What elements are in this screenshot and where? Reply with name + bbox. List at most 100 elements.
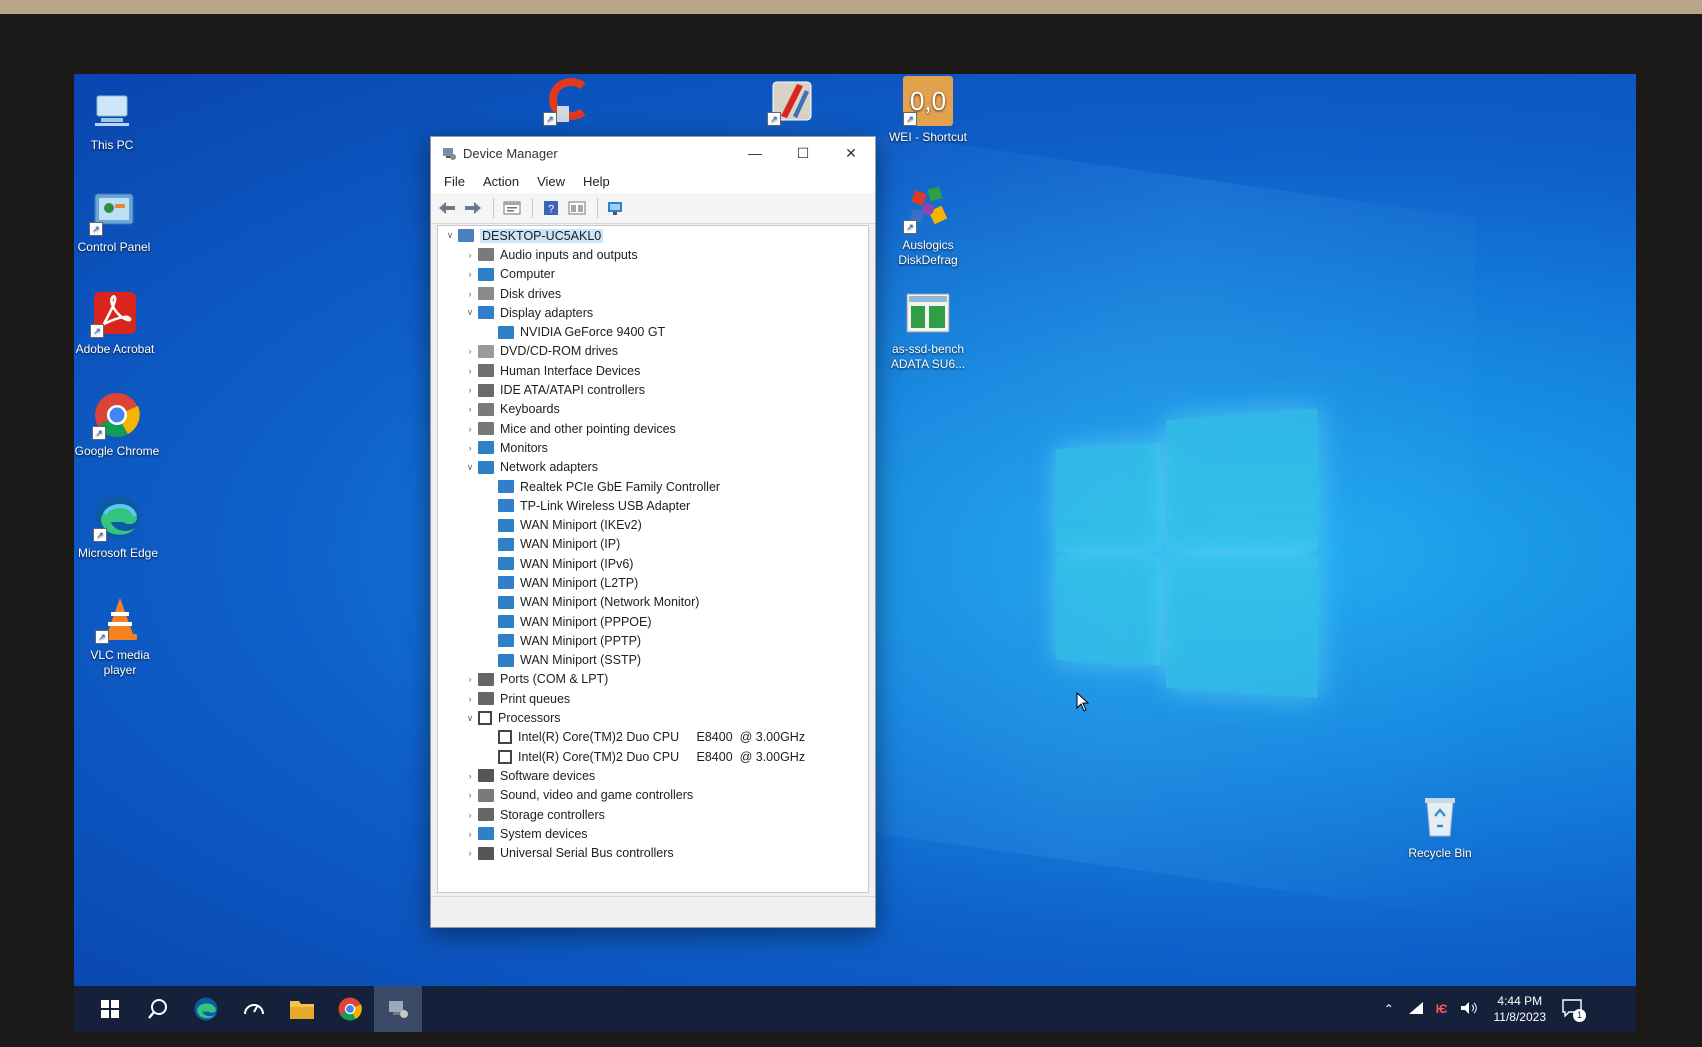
tree-item-label: Realtek PCIe GbE Family Controller <box>520 479 721 494</box>
tree-item[interactable]: › Universal Serial Bus controllers <box>438 844 868 863</box>
tree-item[interactable]: › Storage controllers <box>438 805 868 824</box>
taskbar: ⌃ Ѥ 4:44 PM 11/8/2023 1 <box>74 986 1636 1032</box>
desktop-icon-auslogics[interactable]: ↗ Auslogics DiskDefrag <box>882 184 974 268</box>
tree-item[interactable]: › Human Interface Devices <box>438 361 868 380</box>
tree-item[interactable]: ∨ Network adapters <box>438 458 868 477</box>
taskbar-chrome[interactable] <box>326 986 374 1032</box>
properties-icon[interactable] <box>500 196 524 220</box>
desktop-icon-as-ssd-bench[interactable]: as-ssd-bench ADATA SU6... <box>882 288 974 372</box>
antivirus-icon[interactable]: Ѥ <box>1436 1002 1448 1016</box>
help-icon[interactable]: ? <box>539 196 563 220</box>
chevron-down-icon[interactable]: ∨ <box>462 713 478 724</box>
tree-item[interactable]: › Software devices <box>438 766 868 785</box>
tree-item[interactable]: ∨ Processors <box>438 708 868 727</box>
chevron-down-icon[interactable]: ∨ <box>442 230 458 241</box>
tree-item[interactable]: › Audio inputs and outputs <box>438 245 868 264</box>
chevron-right-icon[interactable]: › <box>462 810 478 820</box>
menu-help[interactable]: Help <box>574 174 619 189</box>
tree-item-label: Display adapters <box>500 305 594 320</box>
system-icon <box>478 827 494 841</box>
tree-item[interactable]: NVIDIA GeForce 9400 GT <box>438 322 868 341</box>
desktop-icon-google-chrome[interactable]: ↗ Google Chrome <box>74 390 163 459</box>
clock[interactable]: 4:44 PM 11/8/2023 <box>1494 993 1547 1025</box>
tree-item[interactable]: › Print queues <box>438 689 868 708</box>
tree-item[interactable]: › System devices <box>438 824 868 843</box>
network-icon[interactable] <box>1408 1001 1424 1018</box>
search-button[interactable] <box>134 986 182 1032</box>
view-list-icon[interactable] <box>565 196 589 220</box>
forward-arrow-icon[interactable] <box>461 196 485 220</box>
taskbar-speedometer[interactable] <box>230 986 278 1032</box>
menu-view[interactable]: View <box>528 174 574 189</box>
tree-item[interactable]: Intel(R) Core(TM)2 Duo CPU E8400 @ 3.00G… <box>438 747 868 766</box>
chevron-right-icon[interactable]: › <box>462 674 478 684</box>
tree-item[interactable]: › Ports (COM & LPT) <box>438 670 868 689</box>
chevron-right-icon[interactable]: › <box>462 848 478 858</box>
scan-hardware-icon[interactable] <box>604 196 628 220</box>
minimize-button[interactable]: — <box>731 137 779 169</box>
tree-item[interactable]: TP-Link Wireless USB Adapter <box>438 496 868 515</box>
tree-item[interactable]: WAN Miniport (IPv6) <box>438 554 868 573</box>
tree-item[interactable]: WAN Miniport (PPPOE) <box>438 612 868 631</box>
tree-item[interactable]: › Mice and other pointing devices <box>438 419 868 438</box>
tree-item[interactable]: WAN Miniport (SSTP) <box>438 651 868 670</box>
notification-center-icon[interactable]: 1 <box>1562 998 1586 1022</box>
tree-item[interactable]: › Keyboards <box>438 400 868 419</box>
chevron-down-icon[interactable]: ∨ <box>462 307 478 318</box>
chevron-right-icon[interactable]: › <box>462 424 478 434</box>
taskbar-file-explorer[interactable] <box>278 986 326 1032</box>
chevron-right-icon[interactable]: › <box>462 404 478 414</box>
tree-item[interactable]: › Disk drives <box>438 284 868 303</box>
tree-item[interactable]: › DVD/CD-ROM drives <box>438 342 868 361</box>
desktop-icon-vlc[interactable]: ↗ VLC media player <box>74 594 166 678</box>
desktop-icon-this-pc[interactable]: This PC <box>74 84 158 153</box>
taskbar-device-manager[interactable] <box>374 986 422 1032</box>
computer-icon <box>458 229 474 243</box>
tree-item[interactable]: › IDE ATA/ATAPI controllers <box>438 380 868 399</box>
chevron-right-icon[interactable]: › <box>462 269 478 279</box>
taskbar-edge[interactable] <box>182 986 230 1032</box>
title-bar[interactable]: Device Manager — ☐ ✕ <box>431 137 875 169</box>
tree-item[interactable]: WAN Miniport (IKEv2) <box>438 515 868 534</box>
tree-item[interactable]: ∨ DESKTOP-UC5AKL0 <box>438 226 868 245</box>
chevron-right-icon[interactable]: › <box>462 771 478 781</box>
tree-item[interactable]: WAN Miniport (Network Monitor) <box>438 593 868 612</box>
chevron-right-icon[interactable]: › <box>462 346 478 356</box>
desktop-icon-label: Recycle Bin <box>1408 846 1472 860</box>
chevron-right-icon[interactable]: › <box>462 694 478 704</box>
tree-item[interactable]: › Sound, video and game controllers <box>438 786 868 805</box>
tree-item[interactable]: WAN Miniport (L2TP) <box>438 573 868 592</box>
chevron-right-icon[interactable]: › <box>462 289 478 299</box>
chevron-up-icon[interactable]: ⌃ <box>1384 1002 1394 1016</box>
desktop-icon-wei[interactable]: 0,0 ↗ WEI - Shortcut <box>882 76 974 145</box>
menu-file[interactable]: File <box>435 174 474 189</box>
tree-item[interactable]: Realtek PCIe GbE Family Controller <box>438 477 868 496</box>
volume-icon[interactable] <box>1460 1001 1478 1018</box>
device-manager-icon <box>441 145 457 161</box>
tree-item[interactable]: › Computer <box>438 265 868 284</box>
menu-action[interactable]: Action <box>474 174 528 189</box>
chevron-right-icon[interactable]: › <box>462 385 478 395</box>
back-arrow-icon[interactable] <box>435 196 459 220</box>
tree-item[interactable]: › Monitors <box>438 438 868 457</box>
device-tree[interactable]: ∨ DESKTOP-UC5AKL0 › Audio inputs and output… <box>437 225 869 893</box>
chevron-right-icon[interactable]: › <box>462 250 478 260</box>
desktop-icon-adobe-acrobat[interactable]: ↗ Adobe Acrobat <box>74 288 161 357</box>
close-button[interactable]: ✕ <box>827 137 875 169</box>
desktop-icon-ccleaner[interactable]: ↗ <box>522 76 614 130</box>
chevron-right-icon[interactable]: › <box>462 443 478 453</box>
tree-item[interactable]: WAN Miniport (IP) <box>438 535 868 554</box>
desktop-icon-microsoft-edge[interactable]: ↗ Microsoft Edge <box>74 492 164 561</box>
tree-item[interactable]: Intel(R) Core(TM)2 Duo CPU E8400 @ 3.00G… <box>438 728 868 747</box>
maximize-button[interactable]: ☐ <box>779 137 827 169</box>
start-button[interactable] <box>86 986 134 1032</box>
tree-item[interactable]: WAN Miniport (PPTP) <box>438 631 868 650</box>
desktop-icon-control-panel[interactable]: ↗ Control Panel <box>74 186 160 255</box>
desktop-icon-recycle-bin[interactable]: Recycle Bin <box>1394 792 1486 861</box>
chevron-right-icon[interactable]: › <box>462 366 478 376</box>
desktop-icon-utility-tool[interactable]: ↗ <box>746 76 838 130</box>
chevron-right-icon[interactable]: › <box>462 829 478 839</box>
tree-item[interactable]: ∨ Display adapters <box>438 303 868 322</box>
chevron-right-icon[interactable]: › <box>462 790 478 800</box>
chevron-down-icon[interactable]: ∨ <box>462 462 478 473</box>
